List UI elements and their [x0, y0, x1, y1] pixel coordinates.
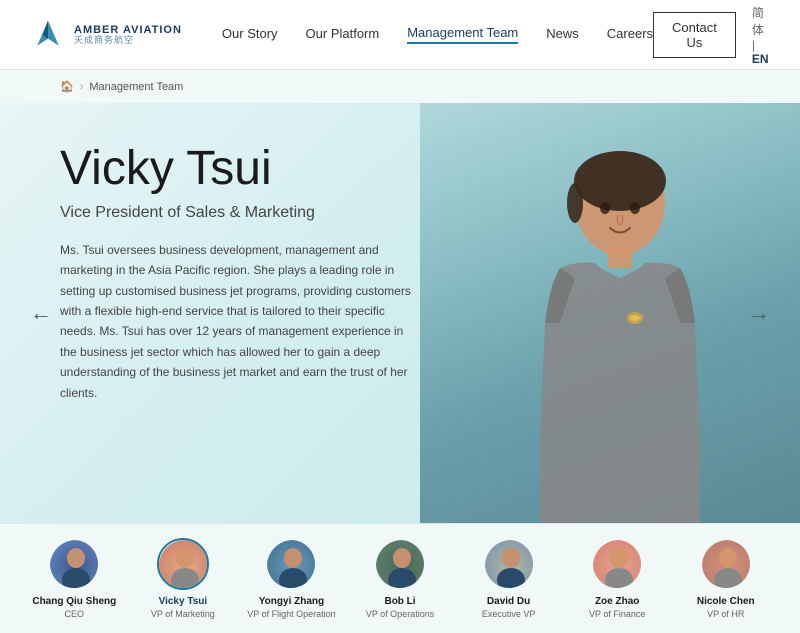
- nav-our-platform[interactable]: Our Platform: [306, 26, 380, 43]
- breadcrumb-home-icon[interactable]: 🏠: [60, 80, 74, 93]
- member-role-0: CEO: [65, 609, 85, 619]
- team-member-3[interactable]: Bob Li VP of Operations: [346, 538, 455, 619]
- profile-silhouette: [460, 123, 780, 523]
- avatar-1: [157, 538, 209, 590]
- member-name-5: Zoe Zhao: [595, 596, 639, 607]
- brand-name-en: AMBER AVIATION: [74, 24, 182, 36]
- avatar-2: [265, 538, 317, 590]
- profile-bio: Ms. Tsui oversees business development, …: [60, 240, 420, 403]
- nav-news[interactable]: News: [546, 26, 579, 43]
- member-name-6: Nicole Chen: [697, 596, 755, 607]
- team-thumbnails: Chang Qiu Sheng CEO Vicky Tsui VP of Market…: [0, 523, 800, 633]
- header: AMBER AVIATION 天成商务航空 Our Story Our Plat…: [0, 0, 800, 70]
- member-name-1: Vicky Tsui: [159, 596, 208, 607]
- team-member-2[interactable]: Yongyi Zhang VP of Flight Operation: [237, 538, 346, 619]
- breadcrumb: 🏠 › Management Team: [0, 70, 800, 103]
- member-role-5: VP of Finance: [589, 609, 645, 619]
- member-role-2: VP of Flight Operation: [247, 609, 335, 619]
- avatar-6: [700, 538, 752, 590]
- profile-name: Vicky Tsui: [60, 143, 420, 196]
- header-right: Contact Us 简体 | EN: [653, 4, 770, 66]
- logo-icon: [30, 17, 66, 53]
- prev-profile-button[interactable]: ←: [20, 290, 62, 336]
- team-member-5[interactable]: Zoe Zhao VP of Finance: [563, 538, 672, 619]
- main-nav: Our Story Our Platform Management Team N…: [222, 25, 653, 44]
- logo[interactable]: AMBER AVIATION 天成商务航空: [30, 17, 182, 53]
- team-member-4[interactable]: David Du Executive VP: [454, 538, 563, 619]
- nav-our-story[interactable]: Our Story: [222, 26, 278, 43]
- language-switch[interactable]: 简体 | EN: [752, 4, 770, 66]
- team-member-6[interactable]: Nicole Chen VP of HR: [671, 538, 780, 619]
- nav-careers[interactable]: Careers: [607, 26, 653, 43]
- avatar-4: [483, 538, 535, 590]
- member-role-3: VP of Operations: [366, 609, 434, 619]
- lang-sep: |: [752, 38, 755, 52]
- avatar-0: [48, 538, 100, 590]
- team-member-0[interactable]: Chang Qiu Sheng CEO: [20, 538, 129, 619]
- lang-en[interactable]: EN: [752, 52, 769, 66]
- brand-name-cn: 天成商务航空: [74, 36, 182, 46]
- team-member-1[interactable]: Vicky Tsui VP of Marketing: [129, 538, 238, 619]
- breadcrumb-sep: ›: [80, 81, 84, 93]
- contact-us-button[interactable]: Contact Us: [653, 12, 736, 58]
- profile-section: ← Vicky Tsui Vice President of Sales & M…: [0, 103, 800, 523]
- nav-management-team[interactable]: Management Team: [407, 25, 518, 44]
- avatar-5: [591, 538, 643, 590]
- member-name-4: David Du: [487, 596, 530, 607]
- member-role-1: VP of Marketing: [151, 609, 215, 619]
- member-name-0: Chang Qiu Sheng: [32, 596, 116, 607]
- next-profile-button[interactable]: →: [738, 290, 780, 336]
- avatar-3: [374, 538, 426, 590]
- logo-text: AMBER AVIATION 天成商务航空: [74, 24, 182, 46]
- member-role-4: Executive VP: [482, 609, 536, 619]
- profile-title: Vice President of Sales & Marketing: [60, 204, 420, 222]
- lang-cn[interactable]: 简体: [752, 6, 764, 37]
- breadcrumb-current: Management Team: [89, 81, 183, 93]
- member-role-6: VP of HR: [707, 609, 744, 619]
- profile-info: Vicky Tsui Vice President of Sales & Mar…: [60, 133, 420, 403]
- member-name-3: Bob Li: [384, 596, 415, 607]
- member-name-2: Yongyi Zhang: [259, 596, 324, 607]
